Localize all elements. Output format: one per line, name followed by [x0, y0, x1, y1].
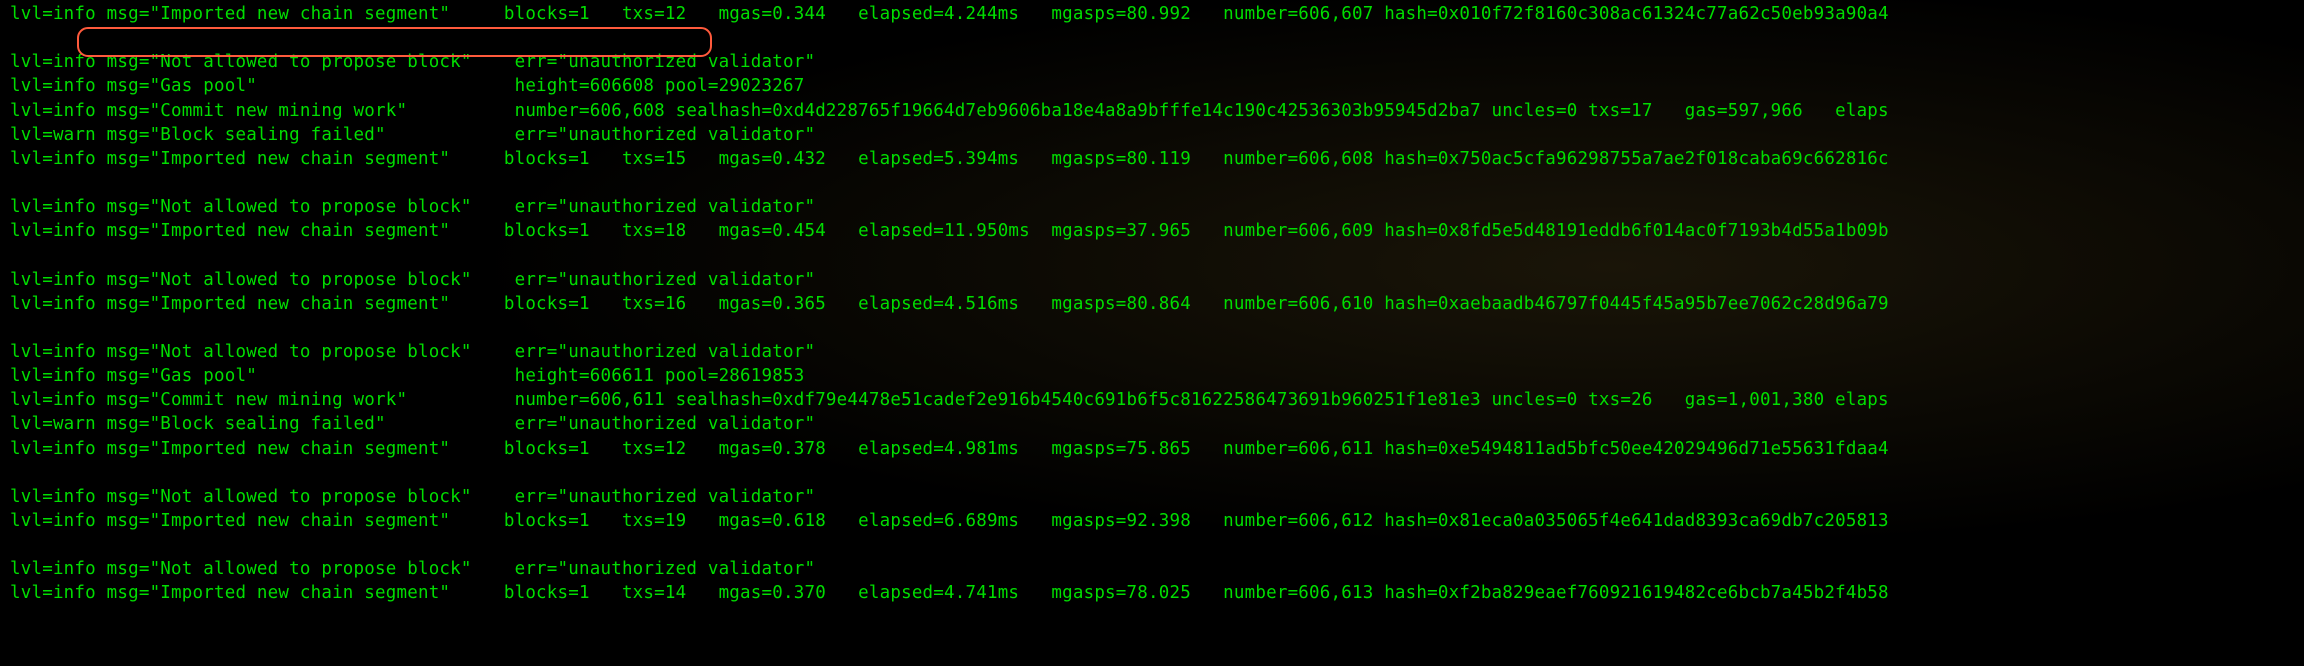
log-line	[10, 26, 2294, 50]
log-line	[10, 606, 2294, 630]
log-line: lvl=info msg="Imported new chain segment…	[10, 292, 2294, 316]
log-line	[10, 316, 2294, 340]
log-line: lvl=info msg="Not allowed to propose blo…	[10, 340, 2294, 364]
log-line: lvl=info msg="Imported new chain segment…	[10, 219, 2294, 243]
log-line: lvl=info msg="Not allowed to propose blo…	[10, 50, 2294, 74]
log-line: lvl=info msg="Commit new mining work" nu…	[10, 388, 2294, 412]
log-line: lvl=info msg="Gas pool" height=606608 po…	[10, 74, 2294, 98]
log-line: lvl=info msg="Not allowed to propose blo…	[10, 557, 2294, 581]
log-line: lvl=info msg="Imported new chain segment…	[10, 581, 2294, 605]
terminal-output: lvl=info msg="Imported new chain segment…	[10, 2, 2294, 630]
log-line: lvl=info msg="Imported new chain segment…	[10, 147, 2294, 171]
log-line: lvl=info msg="Gas pool" height=606611 po…	[10, 364, 2294, 388]
log-line	[10, 171, 2294, 195]
log-line: lvl=info msg="Not allowed to propose blo…	[10, 195, 2294, 219]
log-line: lvl=warn msg="Block sealing failed" err=…	[10, 123, 2294, 147]
log-line	[10, 533, 2294, 557]
log-line: lvl=info msg="Imported new chain segment…	[10, 437, 2294, 461]
log-line: lvl=info msg="Imported new chain segment…	[10, 509, 2294, 533]
log-line	[10, 243, 2294, 267]
log-line: lvl=info msg="Commit new mining work" nu…	[10, 99, 2294, 123]
log-line	[10, 461, 2294, 485]
log-line: lvl=info msg="Not allowed to propose blo…	[10, 268, 2294, 292]
log-line: lvl=info msg="Not allowed to propose blo…	[10, 485, 2294, 509]
log-line: lvl=warn msg="Block sealing failed" err=…	[10, 412, 2294, 436]
log-line: lvl=info msg="Imported new chain segment…	[10, 2, 2294, 26]
